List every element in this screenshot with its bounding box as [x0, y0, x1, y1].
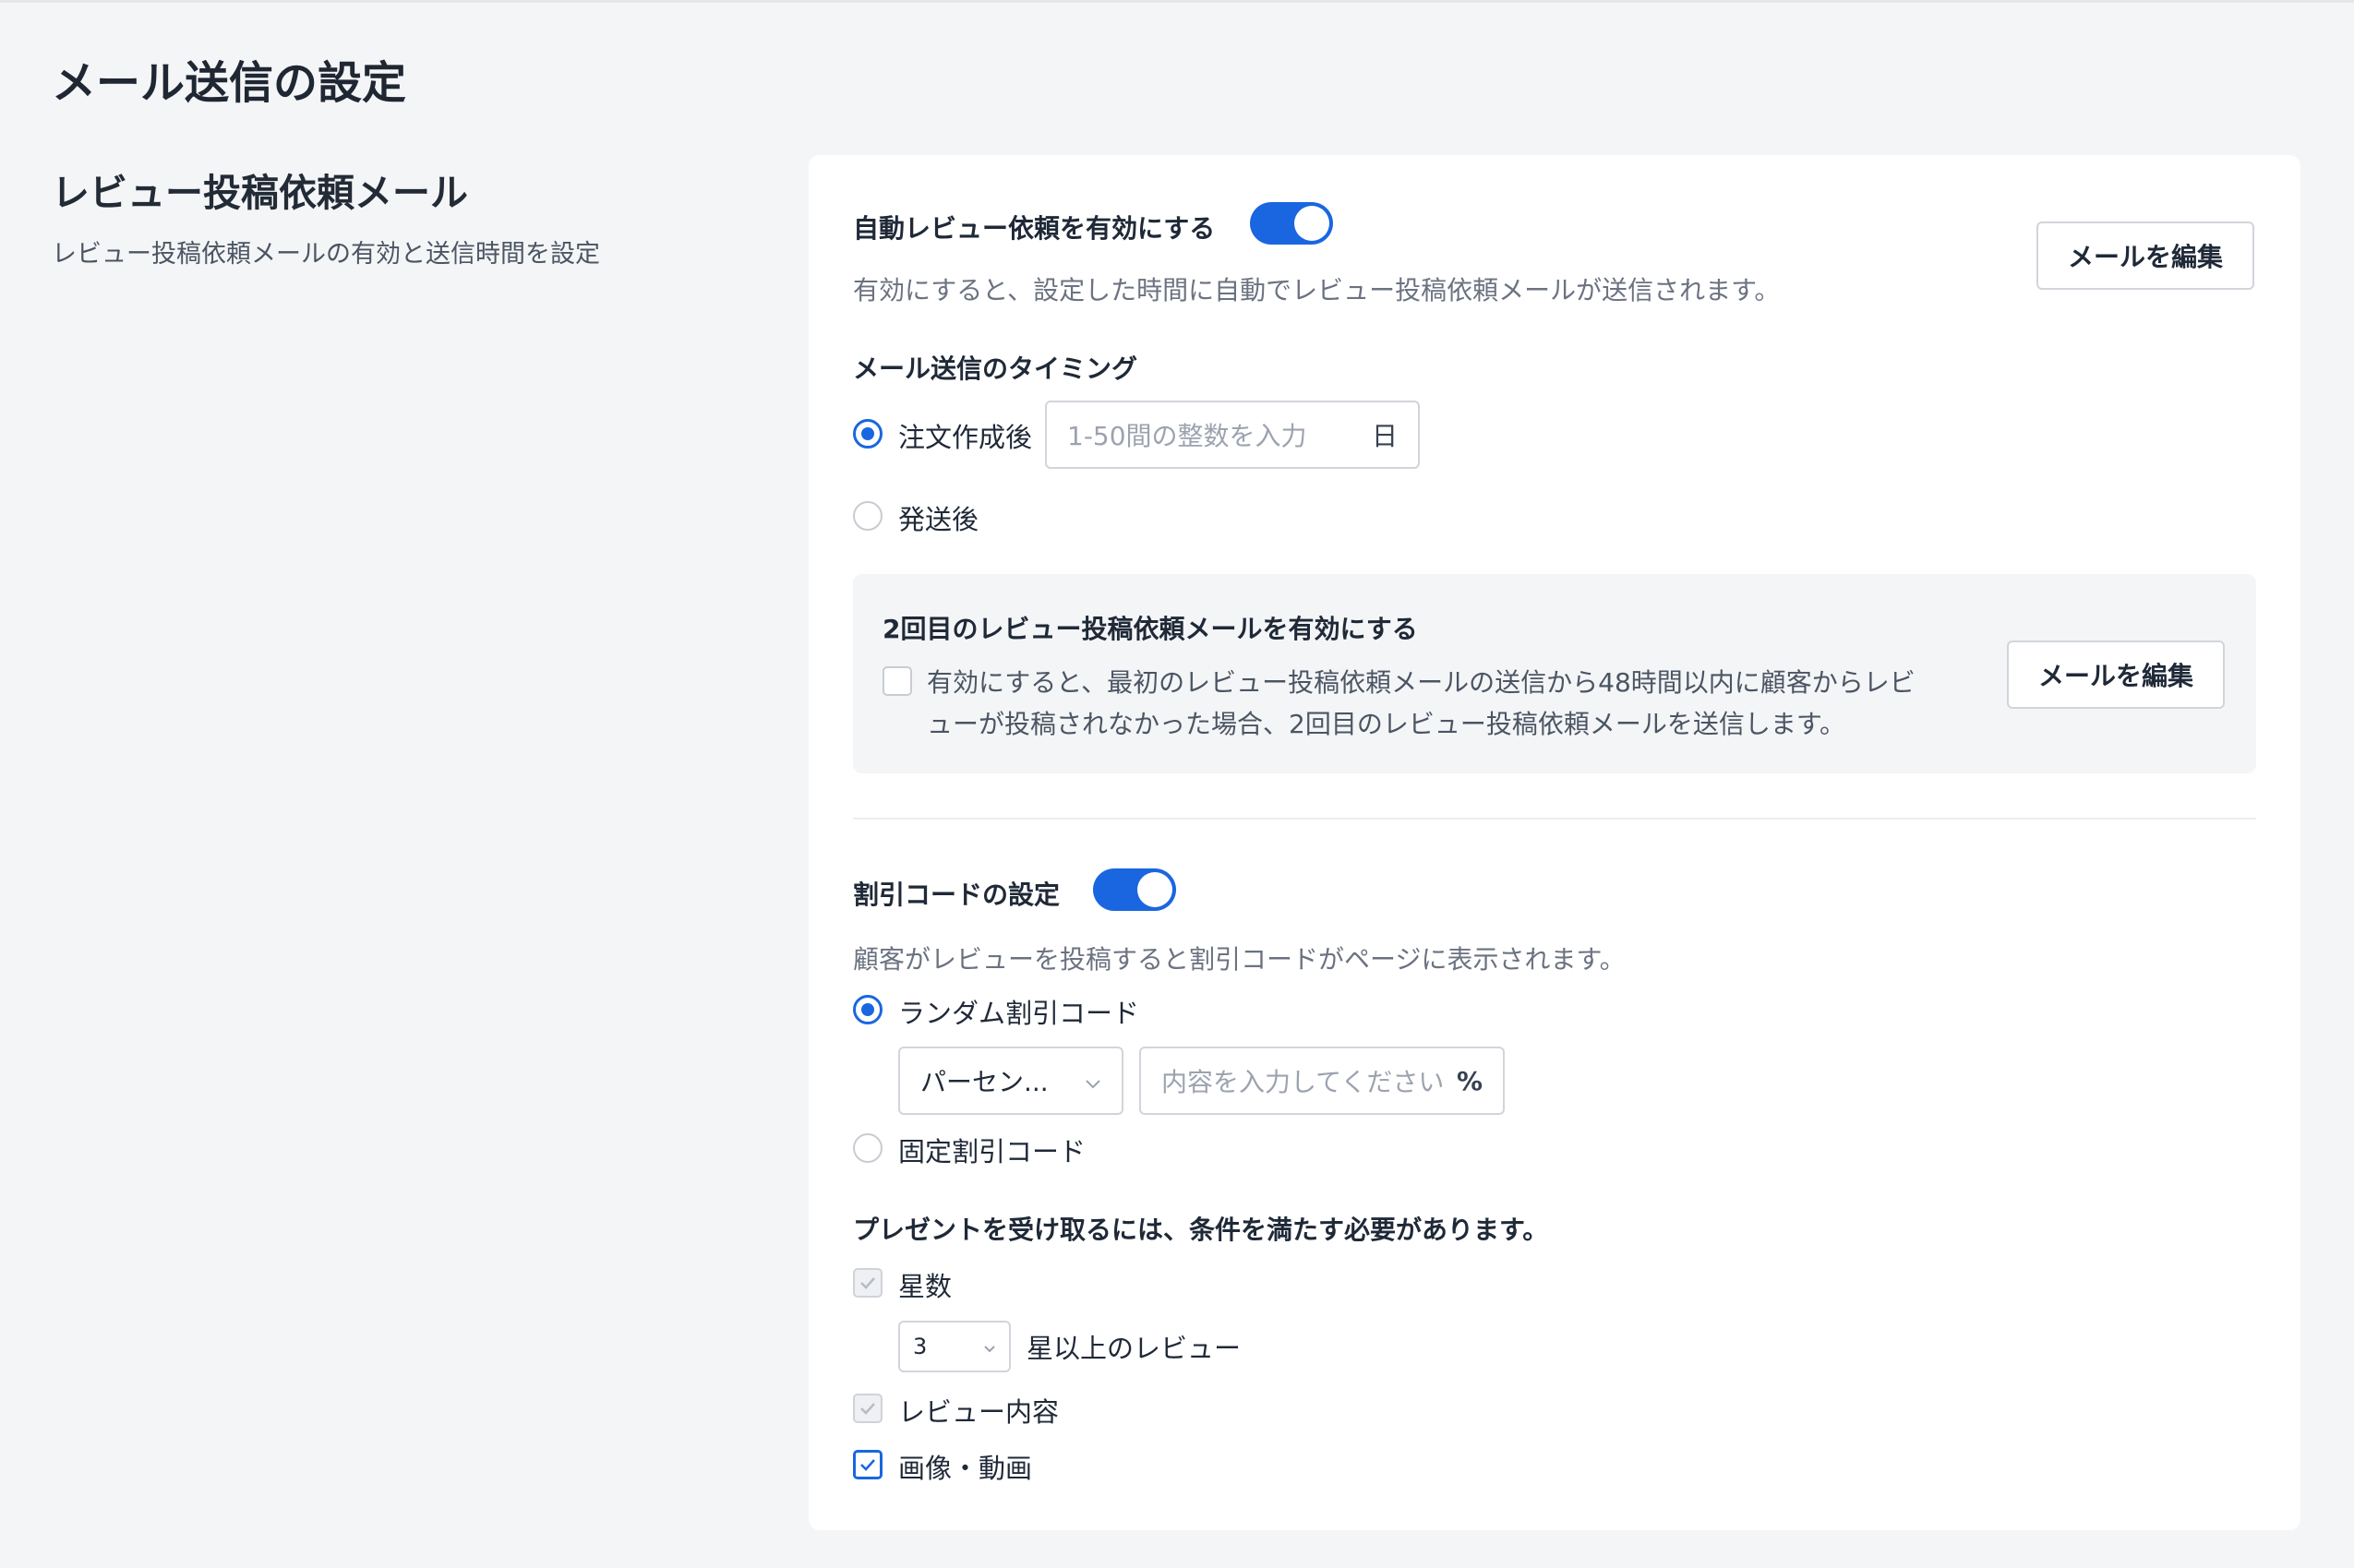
discount-value-placeholder: 内容を入力してください [1161, 1067, 1445, 1097]
conditions-label: プレゼントを受け取るには、条件を満たす必要があります。 [853, 1215, 1549, 1245]
second-mail-checkbox[interactable] [883, 666, 912, 696]
auto-review-hint: 有効にすると、設定した時間に自動でレビュー投稿依頼メールが送信されます。 [853, 275, 1781, 305]
second-edit-mail-button[interactable]: メールを編集 [2007, 640, 2225, 709]
media-checkbox[interactable] [853, 1450, 883, 1479]
second-mail-hint-line2: ューが投稿されなかった場合、2回目のレビュー投稿依頼メールを送信します。 [927, 709, 1846, 739]
radio-after-shipping[interactable] [853, 501, 883, 531]
days-placeholder: 1-50間の整数を入力 [1067, 421, 1307, 451]
review-content-checkbox[interactable] [853, 1394, 883, 1423]
edit-mail-button[interactable]: メールを編集 [2036, 221, 2254, 290]
discount-type-value: パーセン... [920, 1067, 1049, 1097]
review-content-label: レビュー内容 [898, 1396, 1060, 1428]
discount-value-input[interactable]: 内容を入力してください % [1139, 1047, 1505, 1115]
chevron-down-icon [983, 1334, 996, 1359]
section-description: レビュー投稿依頼メールの有効と送信時間を設定 [52, 240, 600, 269]
discount-hint: 顧客がレビューを投稿すると割引コードがページに表示されます。 [853, 944, 1626, 975]
days-suffix: 日 [1371, 421, 1398, 451]
media-label: 画像・動画 [898, 1453, 1033, 1484]
check-icon [860, 1277, 875, 1289]
timing-label: メール送信のタイミング [853, 353, 1138, 384]
page-title: メール送信の設定 [52, 57, 407, 109]
toggle-knob [1137, 872, 1172, 907]
radio-after-order[interactable] [853, 419, 883, 449]
stars-label: 星数 [898, 1271, 953, 1302]
fixed-code-label: 固定割引コード [898, 1136, 1087, 1167]
radio-random-code[interactable] [853, 995, 883, 1024]
section-title: レビュー投稿依頼メール [52, 171, 468, 215]
discount-label: 割引コードの設定 [853, 880, 1061, 910]
check-icon [860, 1459, 875, 1471]
radio-fixed-code[interactable] [853, 1133, 883, 1163]
stars-value: 3 [913, 1334, 928, 1359]
second-mail-hint-line1: 有効にすると、最初のレビュー投稿依頼メールの送信から48時間以内に顧客からレビ [927, 667, 1916, 698]
second-mail-panel: 2回目のレビュー投稿依頼メールを有効にする 有効にすると、最初のレビュー投稿依頼… [853, 574, 2256, 773]
discount-toggle[interactable] [1093, 868, 1176, 911]
second-mail-title: 2回目のレビュー投稿依頼メールを有効にする [883, 614, 1418, 644]
stars-suffix: 星以上のレビュー [1027, 1333, 1242, 1364]
random-code-label: ランダム割引コード [898, 998, 1140, 1029]
toggle-knob [1294, 206, 1329, 241]
settings-card: 自動レビュー依頼を有効にする メールを編集 有効にすると、設定した時間に自動でレ… [809, 155, 2300, 1530]
days-input[interactable]: 1-50間の整数を入力 日 [1045, 401, 1420, 469]
auto-review-label: 自動レビュー依頼を有効にする [853, 213, 1216, 244]
chevron-down-icon [1085, 1066, 1101, 1096]
stars-checkbox[interactable] [853, 1268, 883, 1298]
discount-type-select[interactable]: パーセン... [898, 1047, 1123, 1115]
after-order-label: 注文作成後 [898, 422, 1033, 453]
check-icon [860, 1403, 875, 1415]
divider [853, 818, 2256, 820]
auto-review-toggle[interactable] [1250, 202, 1333, 245]
top-border [0, 0, 2354, 3]
after-shipping-label: 発送後 [898, 504, 979, 535]
stars-select[interactable]: 3 [898, 1321, 1011, 1372]
percent-suffix: % [1456, 1065, 1483, 1096]
